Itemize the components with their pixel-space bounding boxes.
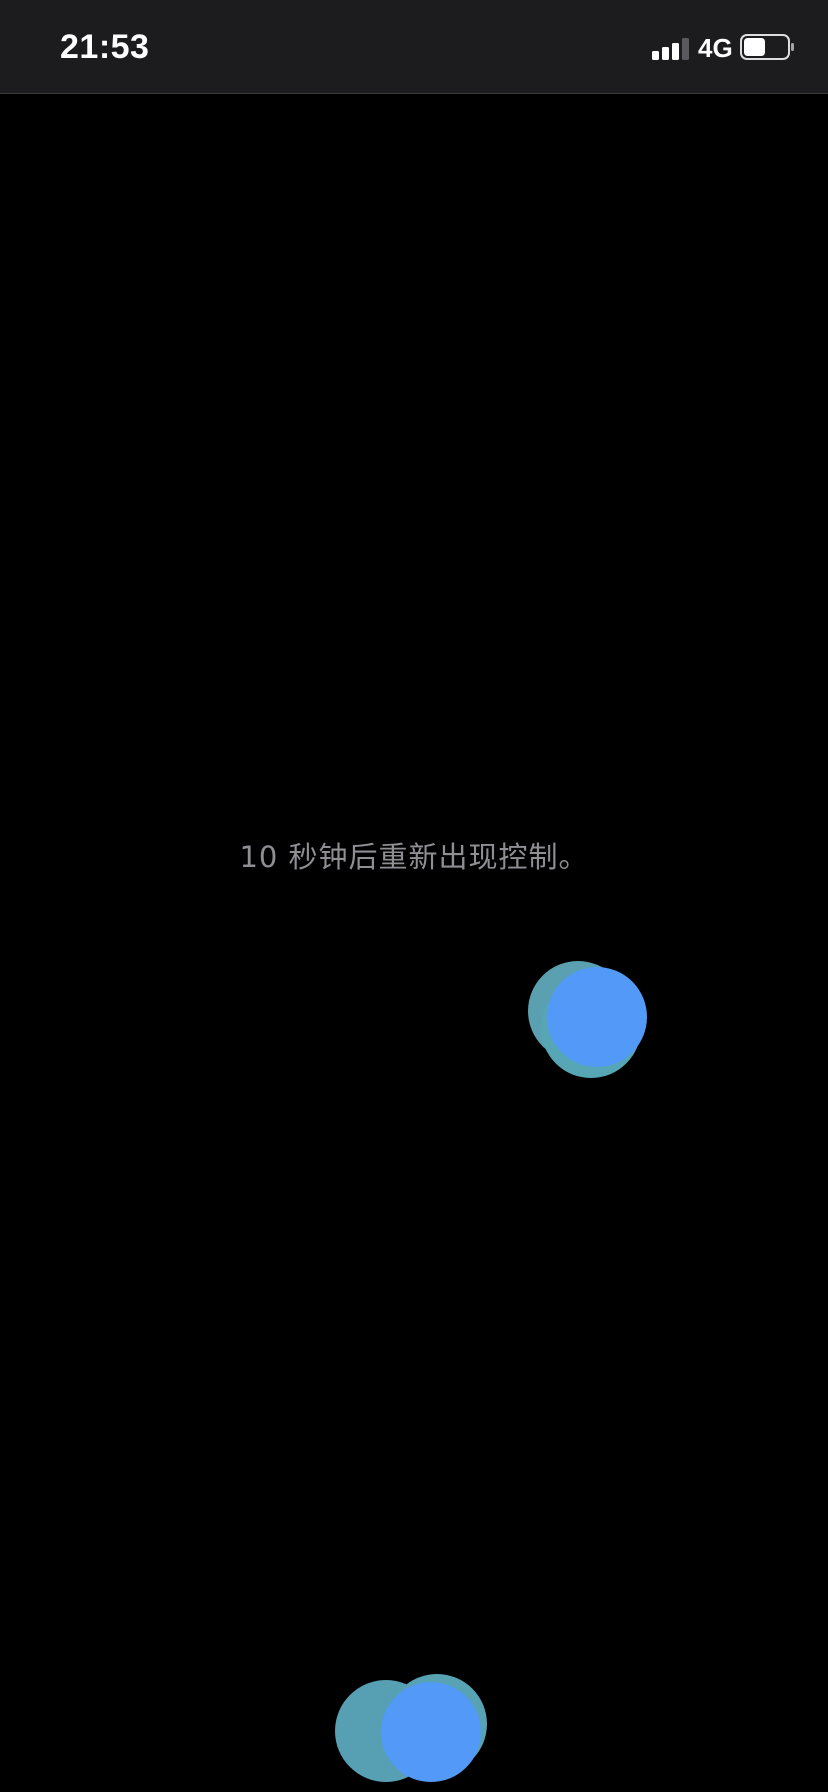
controls-reappear-hint: 10 秒钟后重新出现控制。 — [239, 840, 589, 874]
battery-icon — [740, 34, 794, 60]
cellular-signal-icon — [652, 38, 689, 60]
bubble-shape — [547, 967, 647, 1067]
floating-bubble-lower[interactable] — [333, 1668, 493, 1792]
bubble-shape — [381, 1682, 481, 1782]
status-bar: 21:53 4G — [0, 0, 828, 94]
network-type: 4G — [698, 33, 733, 63]
floating-bubble-upper[interactable] — [525, 958, 650, 1088]
status-time: 21:53 — [60, 28, 150, 66]
